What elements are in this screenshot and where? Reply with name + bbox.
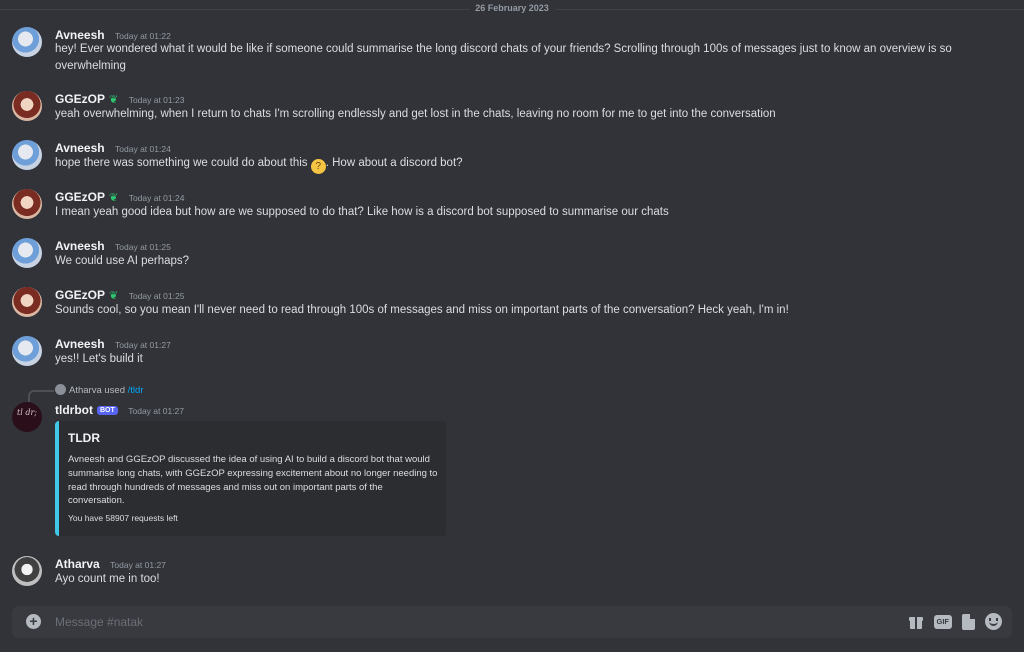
bot-avatar[interactable]: tl dr;	[12, 402, 42, 432]
author-name[interactable]: GGEzOP	[55, 190, 105, 204]
command-link[interactable]: /tldr	[128, 385, 144, 396]
avatar[interactable]	[12, 140, 42, 170]
message-text: hey! Ever wondered what it would be like…	[55, 43, 952, 72]
avatar[interactable]	[12, 556, 42, 586]
timestamp: Today at 01:22	[115, 31, 171, 41]
avatar[interactable]	[12, 336, 42, 366]
timestamp: Today at 01:23	[128, 95, 185, 105]
avatar[interactable]	[12, 287, 42, 317]
timestamp: Today at 01:25	[128, 291, 185, 301]
avatar[interactable]	[12, 91, 42, 121]
message-text: yeah overwhelming, when I return to chat…	[55, 108, 776, 120]
message-text: We could use AI perhaps?	[55, 255, 190, 267]
date-divider: 26 February 2023	[469, 3, 555, 13]
timestamp: Today at 01:25	[115, 242, 171, 252]
timestamp: Today at 01:27	[110, 560, 166, 570]
timestamp: Today at 01:27	[128, 406, 184, 416]
timestamp: Today at 01:24	[115, 144, 171, 154]
author-name[interactable]: Avneesh	[55, 239, 105, 253]
message-text: yes!! Let's build it	[55, 353, 143, 365]
command-user[interactable]: Atharva	[69, 385, 102, 396]
command-used-label: used	[104, 385, 125, 396]
add-icon[interactable]: +	[26, 614, 41, 629]
message-text: Ayo count me in too!	[55, 573, 160, 585]
bot-tag: BOT	[97, 406, 118, 415]
author-name[interactable]: GGEzOP	[55, 288, 105, 302]
embed-title: TLDR	[68, 431, 100, 445]
author-name[interactable]: tldrbot	[55, 403, 93, 417]
avatar[interactable]	[12, 238, 42, 268]
author-name[interactable]: Avneesh	[55, 28, 105, 42]
reply-connector	[28, 390, 54, 402]
timestamp: Today at 01:24	[128, 193, 185, 203]
gif-icon[interactable]: GIF	[933, 614, 952, 629]
gift-icon[interactable]	[908, 614, 924, 630]
avatar[interactable]	[12, 189, 42, 219]
author-name[interactable]: Avneesh	[55, 141, 105, 155]
embed-footer: You have 58907 requests left	[68, 513, 178, 523]
emoji-icon[interactable]	[985, 613, 1002, 630]
message-composer[interactable]: + Message #natak GIF	[12, 606, 1012, 638]
leaf-badge-icon: ❦	[109, 94, 119, 106]
mini-avatar[interactable]	[55, 384, 66, 395]
message-text: I mean yeah good idea but how are we sup…	[55, 206, 669, 218]
message-input[interactable]: Message #natak	[55, 615, 143, 629]
timestamp: Today at 01:27	[115, 340, 171, 350]
sticker-icon[interactable]	[962, 613, 975, 630]
author-name[interactable]: GGEzOP	[55, 92, 105, 106]
message-text: hope there was something we could do abo…	[55, 155, 1004, 174]
command-usage: Atharva used /tldr	[55, 384, 143, 396]
author-name[interactable]: Avneesh	[55, 337, 105, 351]
leaf-badge-icon: ❦	[109, 290, 119, 302]
message-text: Sounds cool, so you mean I'll never need…	[55, 304, 789, 316]
summary-embed: TLDR Avneesh and GGEzOP discussed the id…	[55, 421, 446, 536]
thinking-emoji-icon: ?	[310, 159, 326, 174]
leaf-badge-icon: ❦	[109, 192, 119, 204]
avatar[interactable]	[12, 27, 42, 57]
author-name[interactable]: Atharva	[55, 557, 100, 571]
message-text-part: hope there was something we could do abo…	[55, 157, 308, 169]
message-text-part: . How about a discord bot?	[325, 157, 463, 169]
embed-description: Avneesh and GGEzOP discussed the idea of…	[68, 454, 438, 507]
